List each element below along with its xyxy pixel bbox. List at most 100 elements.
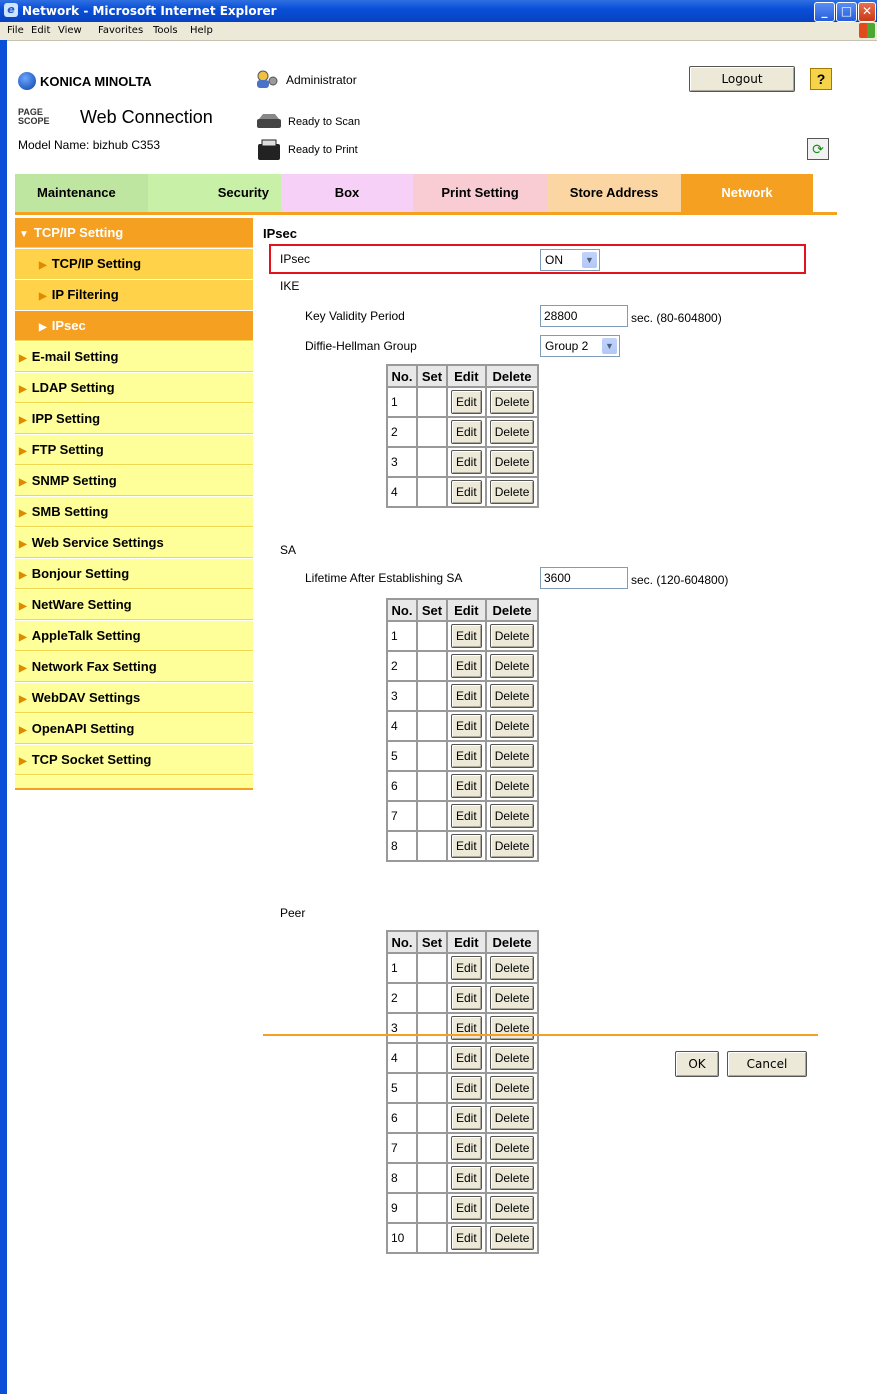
sidebar-item-label: OpenAPI Setting [31,721,135,736]
delete-button[interactable]: Delete [489,684,535,708]
triangle-right-icon: ▶ [19,694,27,705]
sidebar-item-appletalk-setting[interactable]: ▶ AppleTalk Setting [15,621,253,651]
tab-print-setting[interactable]: Print Setting [413,174,547,212]
edit-button[interactable]: Edit [451,804,482,828]
sidebar-item-ip-filtering[interactable]: ▶ IP Filtering [15,280,253,310]
delete-button[interactable]: Delete [489,714,535,738]
delete-button[interactable]: Delete [489,654,535,678]
delete-button[interactable]: Delete [489,1016,535,1040]
delete-button[interactable]: Delete [489,624,535,648]
delete-button[interactable]: Delete [489,450,535,474]
tab-network[interactable]: Network [681,174,813,212]
sidebar-item-label: TCP/IP Setting [33,225,124,240]
sidebar-item-e-mail-setting[interactable]: ▶ E-mail Setting [15,342,253,372]
edit-button[interactable]: Edit [451,420,482,444]
edit-button[interactable]: Edit [451,480,482,504]
sidebar-item-openapi-setting[interactable]: ▶ OpenAPI Setting [15,714,253,744]
delete-button[interactable]: Delete [489,1226,535,1250]
edit-button[interactable]: Edit [451,1196,482,1220]
refresh-icon[interactable]: ⟳ [807,138,829,160]
row-set [417,621,447,651]
sidebar-item-tcp-ip-setting[interactable]: ▼ TCP/IP Setting [15,218,253,248]
tab-security[interactable]: Security [148,174,281,212]
edit-button[interactable]: Edit [451,390,482,414]
delete-button[interactable]: Delete [489,804,535,828]
dh-group-select[interactable]: Group 2 ▼ [540,335,620,357]
row-number: 8 [387,831,417,861]
row-number: 1 [387,387,417,417]
edit-button[interactable]: Edit [451,714,482,738]
delete-button[interactable]: Delete [489,1046,535,1070]
edit-button[interactable]: Edit [451,956,482,980]
delete-button[interactable]: Delete [489,390,535,414]
edit-button[interactable]: Edit [451,1166,482,1190]
sidebar-item-tcp-ip-setting[interactable]: ▶ TCP/IP Setting [15,249,253,279]
edit-button[interactable]: Edit [451,744,482,768]
sidebar-item-webdav-settings[interactable]: ▶ WebDAV Settings [15,683,253,713]
delete-button[interactable]: Delete [489,420,535,444]
edit-button[interactable]: Edit [451,1046,482,1070]
delete-button[interactable]: Delete [489,956,535,980]
delete-button[interactable]: Delete [489,1106,535,1130]
row-number: 3 [387,681,417,711]
edit-button[interactable]: Edit [451,834,482,858]
edit-button[interactable]: Edit [451,450,482,474]
sidebar-item-network-fax-setting[interactable]: ▶ Network Fax Setting [15,652,253,682]
delete-button[interactable]: Delete [489,986,535,1010]
sidebar-item-snmp-setting[interactable]: ▶ SNMP Setting [15,466,253,496]
sidebar-item-smb-setting[interactable]: ▶ SMB Setting [15,497,253,527]
menu-edit[interactable]: Edit [31,25,50,36]
sidebar-item-bonjour-setting[interactable]: ▶ Bonjour Setting [15,559,253,589]
sidebar-item-ipp-setting[interactable]: ▶ IPP Setting [15,404,253,434]
triangle-right-icon: ▶ [39,322,47,333]
edit-button[interactable]: Edit [451,1016,482,1040]
tab-maintenance[interactable]: Maintenance [15,174,148,212]
help-button[interactable]: ? [810,68,832,90]
sidebar-item-web-service-settings[interactable]: ▶ Web Service Settings [15,528,253,558]
delete-button[interactable]: Delete [489,744,535,768]
edit-button[interactable]: Edit [451,774,482,798]
delete-button[interactable]: Delete [489,1166,535,1190]
menu-bar: File Edit View Favorites Tools Help [0,22,877,41]
delete-button[interactable]: Delete [489,480,535,504]
lifetime-input[interactable]: 3600 [540,567,628,589]
tab-underline [15,212,837,215]
ok-button[interactable]: OK [675,1051,719,1077]
edit-button[interactable]: Edit [451,654,482,678]
sidebar-item-netware-setting[interactable]: ▶ NetWare Setting [15,590,253,620]
menu-tools[interactable]: Tools [153,25,178,36]
tab-box[interactable]: Box [281,174,413,212]
table-row: 8 Edit Delete [387,1163,539,1193]
edit-button[interactable]: Edit [451,1076,482,1100]
delete-button[interactable]: Delete [489,1076,535,1100]
edit-button[interactable]: Edit [451,986,482,1010]
sidebar-item-label: WebDAV Settings [31,690,141,705]
sidebar-item-ipsec[interactable]: ▶ IPsec [15,311,253,341]
sidebar-item-ldap-setting[interactable]: ▶ LDAP Setting [15,373,253,403]
menu-file[interactable]: File [7,25,24,36]
edit-button[interactable]: Edit [451,684,482,708]
close-button[interactable]: ✕ [858,2,876,22]
menu-help[interactable]: Help [190,25,213,36]
cancel-button[interactable]: Cancel [727,1051,807,1077]
sidebar-item-tcp-socket-setting[interactable]: ▶ TCP Socket Setting [15,745,253,775]
maximize-button[interactable]: □ [836,2,857,22]
delete-button[interactable]: Delete [489,834,535,858]
ipsec-select[interactable]: ON ▼ [540,249,600,271]
edit-button[interactable]: Edit [451,1136,482,1160]
tab-store-address[interactable]: Store Address [547,174,681,212]
edit-button[interactable]: Edit [451,624,482,648]
ie-icon: e [4,3,18,17]
minimize-button[interactable]: _ [814,2,835,22]
delete-button[interactable]: Delete [489,774,535,798]
menu-view[interactable]: View [58,25,82,36]
delete-button[interactable]: Delete [489,1196,535,1220]
key-validity-input[interactable]: 28800 [540,305,628,327]
edit-button[interactable]: Edit [451,1226,482,1250]
delete-button[interactable]: Delete [489,1136,535,1160]
menu-favorites[interactable]: Favorites [98,25,143,36]
edit-button[interactable]: Edit [451,1106,482,1130]
logout-button[interactable]: Logout [689,66,795,92]
table-row: 2 Edit Delete [387,417,539,447]
sidebar-item-ftp-setting[interactable]: ▶ FTP Setting [15,435,253,465]
